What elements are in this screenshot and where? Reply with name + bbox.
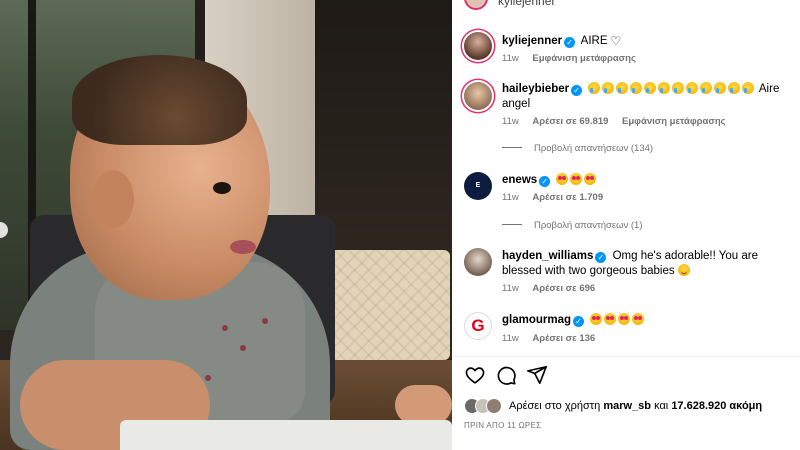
verified-badge-icon: ✓ xyxy=(571,85,583,96)
baby-hand xyxy=(395,385,452,425)
comment: haileybieber ✓ Aire angel 11w Αρέσει σε 6… xyxy=(452,80,800,160)
post-timestamp[interactable]: ΠΡΙΝ ΑΠΟ 11 ΩΡΕΣ xyxy=(464,421,541,430)
verified-badge-icon: ✓ xyxy=(573,316,585,327)
food-stain xyxy=(262,318,268,324)
crying-emoji-icon xyxy=(588,82,756,95)
comment-username[interactable]: glamourmag xyxy=(502,314,571,326)
avatar[interactable] xyxy=(464,82,492,110)
see-translation-link[interactable]: Εμφάνιση μετάφρασης xyxy=(532,53,636,64)
liked-by-user[interactable]: marw_sb xyxy=(603,400,651,412)
divider xyxy=(452,356,800,357)
share-icon[interactable] xyxy=(526,364,548,386)
liked-by-count[interactable]: 17.628.920 ακόμη xyxy=(671,400,762,412)
post-photo[interactable] xyxy=(0,0,452,450)
baby-mouth xyxy=(230,240,256,254)
comment: E enews ✓ 11w Αρέσει σε 1.709 Προβολή απα… xyxy=(452,170,800,231)
comment-likes[interactable]: Αρέσει σε 136 xyxy=(532,333,595,344)
avatar[interactable]: G xyxy=(464,312,492,340)
avatar[interactable] xyxy=(486,398,502,414)
comment-likes[interactable]: Αρέσει σε 69.819 xyxy=(532,116,608,127)
comment: hayden_williams ✓ Omg he's adorable!! You… xyxy=(452,246,800,296)
caption-time: 11w xyxy=(502,53,519,64)
comment-username[interactable]: haileybieber xyxy=(502,83,569,95)
heart-icon[interactable] xyxy=(464,364,486,386)
see-translation-link[interactable]: Εμφάνιση μετάφρασης xyxy=(622,116,726,127)
comment: G glamourmag ✓ 11w Αρέσει σε 136 xyxy=(452,310,800,350)
comment-username[interactable]: hayden_williams xyxy=(502,250,593,262)
food-stain xyxy=(205,375,211,381)
food-stain xyxy=(240,345,246,351)
view-replies-label: Προβολή απαντήσεων (1) xyxy=(534,220,643,231)
verified-badge-icon: ✓ xyxy=(539,176,551,187)
caption-text: AIRE xyxy=(580,35,608,47)
avatar[interactable] xyxy=(464,32,492,60)
comment-time: 11w xyxy=(502,333,519,344)
comment-likes[interactable]: Αρέσει σε 696 xyxy=(532,283,595,294)
dark-background xyxy=(315,0,452,260)
heart-icon: ♡ xyxy=(610,34,622,48)
view-replies-label: Προβολή απαντήσεων (134) xyxy=(534,143,654,154)
comment-time: 11w xyxy=(502,192,519,203)
baby-ear xyxy=(92,170,134,228)
heart-eyes-emoji-icon xyxy=(590,313,646,326)
liked-by-row: Αρέσει στο χρήστη marw_sb και 17.628.920… xyxy=(464,398,794,416)
food-stain xyxy=(222,325,228,331)
comment-icon[interactable] xyxy=(495,364,517,386)
comments-panel: kyliejenner kyliejenner ✓ AIRE ♡ 11w Εμφάν… xyxy=(452,0,800,450)
smiling-emoji-icon xyxy=(677,264,690,276)
divider xyxy=(502,147,522,148)
verified-badge-icon: ✓ xyxy=(564,37,576,48)
baby-hair xyxy=(72,55,247,145)
view-replies-link[interactable]: Προβολή απαντήσεων (1) xyxy=(502,220,643,231)
avatar[interactable] xyxy=(464,248,492,276)
comment-username[interactable]: enews xyxy=(502,174,537,186)
heart-eyes-emoji-icon xyxy=(556,173,598,186)
caption-username[interactable]: kyliejenner xyxy=(502,35,562,47)
comment-time: 11w xyxy=(502,283,519,294)
baby-eye xyxy=(213,182,231,194)
verified-badge-icon: ✓ xyxy=(595,252,607,263)
liked-by-prefix: Αρέσει στο χρήστη xyxy=(509,400,601,412)
divider xyxy=(502,224,522,225)
view-replies-link[interactable]: Προβολή απαντήσεων (134) xyxy=(502,143,653,154)
woven-cushion xyxy=(330,250,450,360)
avatar[interactable]: E xyxy=(464,172,492,200)
header-username[interactable]: kyliejenner xyxy=(498,0,555,8)
liked-by-and: και xyxy=(654,400,669,412)
chair-tray xyxy=(120,420,452,450)
comment-time: 11w xyxy=(502,116,519,127)
comment-likes[interactable]: Αρέσει σε 1.709 xyxy=(532,192,603,203)
caption: kyliejenner ✓ AIRE ♡ 11w Εμφάνιση μετάφρασ… xyxy=(452,30,800,70)
avatar[interactable] xyxy=(464,0,488,10)
